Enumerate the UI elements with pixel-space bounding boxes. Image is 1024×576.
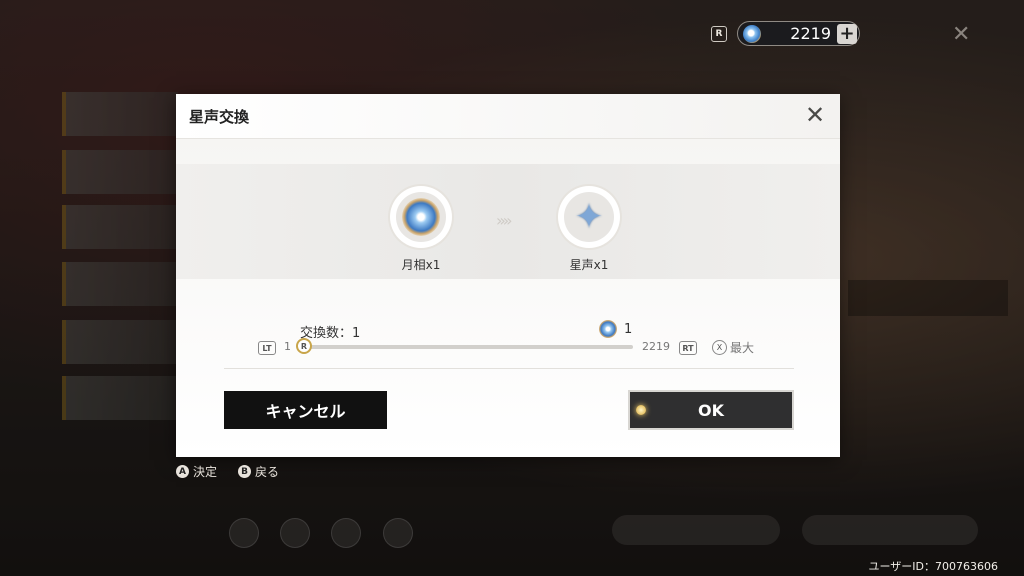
target-item-label: 星声x1 — [569, 258, 609, 272]
hint-back-label: 戻る — [255, 465, 280, 479]
quantity-slider-track[interactable] — [301, 345, 633, 349]
a-button-icon: A — [176, 465, 189, 478]
user-id: ユーザーID：700763606 — [868, 560, 998, 573]
cancel-button[interactable]: キャンセル — [224, 391, 387, 429]
quantity-label: 交換数：1 — [300, 326, 361, 341]
moon-phase-icon — [402, 198, 440, 236]
rt-button-icon[interactable]: RT — [679, 341, 697, 355]
divider — [224, 368, 794, 369]
dialog-header: 星声交換 ✕ — [176, 94, 840, 138]
star-voice-icon: ✦ — [574, 197, 604, 237]
ok-button-label: OK — [698, 400, 724, 420]
moon-phase-icon — [599, 320, 617, 338]
add-currency-button[interactable]: + — [837, 23, 857, 44]
source-item — [390, 186, 452, 248]
hint-confirm-label: 決定 — [193, 465, 218, 479]
currency-bar: 2219 + — [737, 21, 860, 46]
dialog-title: 星声交換 — [189, 108, 250, 126]
close-icon[interactable]: ✕ — [952, 22, 970, 47]
arrow-right-icon: »» — [496, 211, 512, 230]
quantity-slider-thumb[interactable]: R — [296, 338, 312, 354]
hint-confirm: A 決定 — [176, 463, 217, 480]
max-button-label[interactable]: 最大 — [730, 339, 754, 356]
dialog-body: 月相x1 »» ✦ 星声x1 交換数：1 1 LT 1 R 2219 RT X … — [176, 138, 840, 457]
hint-back: B 戻る — [238, 463, 279, 480]
cost-value: 1 — [624, 322, 633, 337]
ok-button[interactable]: OK — [628, 390, 794, 430]
slider-max-value: 2219 — [642, 340, 670, 353]
lt-button-icon[interactable]: LT — [258, 341, 276, 355]
x-button-icon[interactable]: X — [712, 340, 727, 355]
target-item: ✦ — [558, 186, 620, 248]
b-button-icon: B — [238, 465, 251, 478]
currency-value: 2219 — [790, 24, 831, 43]
moon-phase-icon — [743, 24, 761, 43]
exchange-preview: 月相x1 »» ✦ 星声x1 — [176, 164, 840, 279]
rt-badge-icon: R — [711, 26, 727, 42]
slider-min-value: 1 — [284, 340, 291, 353]
focus-indicator-icon — [636, 405, 646, 415]
source-item-label: 月相x1 — [401, 258, 441, 272]
dialog-close-button[interactable]: ✕ — [802, 102, 828, 128]
exchange-dialog: 星声交換 ✕ 月相x1 »» ✦ 星声x1 交換数：1 1 LT 1 R 221… — [176, 94, 840, 457]
